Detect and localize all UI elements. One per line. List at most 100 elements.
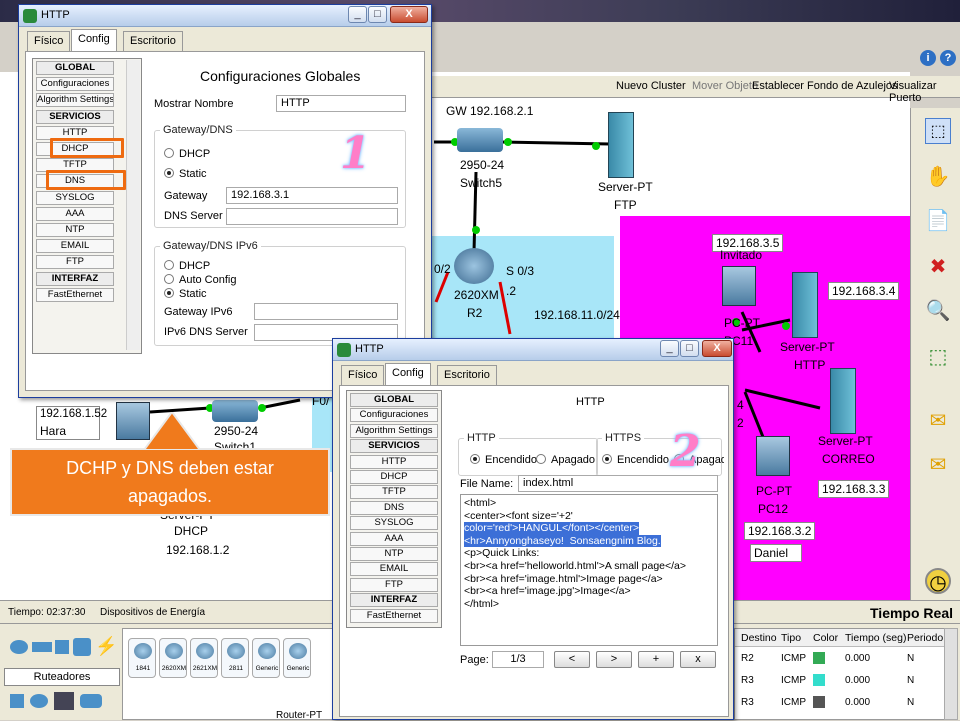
window-1-maximize[interactable]: □: [368, 6, 387, 23]
http-off-radio[interactable]: Apagado: [536, 454, 596, 466]
note-tool-icon[interactable]: 📄: [925, 208, 951, 234]
server-correo-icon[interactable]: [830, 368, 856, 434]
menu-item-configuraciones[interactable]: Configuraciones: [36, 77, 114, 92]
code-line[interactable]: color='red'>HANGUL</font></center>: [464, 522, 640, 535]
window-1-minimize[interactable]: _: [348, 6, 367, 23]
window-2-minimize[interactable]: _: [660, 340, 679, 357]
dhcp-radio[interactable]: DHCP: [164, 148, 210, 160]
code-line[interactable]: <center><font size='+2': [464, 510, 573, 522]
menu-item-ntp[interactable]: NTP: [350, 547, 438, 561]
tab-config[interactable]: Config: [71, 29, 117, 51]
device-model-item[interactable]: 2811: [221, 638, 249, 678]
pdu-header-4[interactable]: Periodo: [907, 632, 943, 644]
pc-invitado-icon[interactable]: [722, 266, 756, 306]
server-http-icon[interactable]: [792, 272, 818, 338]
pdu-header-0[interactable]: Destino: [741, 632, 777, 644]
menu-item-aaa[interactable]: AAA: [350, 531, 438, 546]
tab-escritorio[interactable]: Escritorio: [437, 365, 497, 385]
switch1-icon[interactable]: [212, 400, 258, 422]
menu-item-aaa[interactable]: AAA: [36, 206, 114, 221]
menu-item-fastethernet[interactable]: FastEthernet: [350, 608, 438, 623]
switch5-icon[interactable]: [457, 128, 503, 152]
ipv6-gateway-input[interactable]: [254, 303, 398, 320]
server-device-icon[interactable]: [54, 692, 74, 710]
set-tile-background-button[interactable]: Establecer Fondo de Azulejos: [752, 80, 898, 92]
pdu-header-1[interactable]: Tipo: [781, 632, 801, 644]
ipv6-static-radio[interactable]: Static: [164, 288, 207, 300]
menu-item-dns[interactable]: DNS: [350, 500, 438, 515]
menu-item-syslog[interactable]: SYSLOG: [350, 516, 438, 531]
info-icon[interactable]: i: [920, 50, 936, 66]
html-editor[interactable]: <html> <center><font size='+2' color='red'…: [460, 494, 718, 646]
tab-fisico[interactable]: Físico: [341, 365, 385, 385]
menu-item-tftp[interactable]: TFTP: [350, 485, 438, 500]
move-object-button[interactable]: Mover Objeto: [692, 80, 758, 92]
device-model-item[interactable]: 2621XM: [190, 638, 218, 678]
tab-escritorio[interactable]: Escritorio: [123, 31, 183, 51]
device-model-item[interactable]: Generic: [252, 638, 280, 678]
complex-pdu-icon[interactable]: ✉: [925, 452, 951, 478]
tab-config[interactable]: Config: [385, 363, 431, 385]
window-2-maximize[interactable]: □: [680, 340, 699, 357]
menu-item-email[interactable]: EMAIL: [36, 239, 114, 254]
cloud-icon[interactable]: [30, 694, 48, 708]
code-line[interactable]: </html>: [464, 598, 499, 610]
hand-tool-icon[interactable]: ✋: [925, 164, 951, 190]
ipv6-dhcp-radio[interactable]: DHCP: [164, 260, 210, 272]
http-service-window-2[interactable]: HTTP Físico Config Escritorio GLOBAL Conf…: [332, 338, 734, 720]
menu-item-ntp[interactable]: NTP: [36, 223, 114, 237]
display-name-input[interactable]: HTTP: [276, 95, 406, 112]
menu-scrollbar[interactable]: [126, 60, 140, 350]
connection-category-icon[interactable]: ⚡: [95, 636, 117, 657]
wireless-category-icon[interactable]: [73, 638, 91, 656]
router-category-icon[interactable]: [10, 640, 28, 654]
file-name-input[interactable]: index.html: [518, 475, 718, 492]
prev-page-button[interactable]: <: [554, 651, 590, 668]
multiuser-icon[interactable]: [80, 694, 102, 708]
delete-tool-icon[interactable]: ✖: [925, 254, 951, 280]
simple-pdu-icon[interactable]: ✉: [925, 408, 951, 434]
pdu-header-2[interactable]: Color: [813, 632, 838, 644]
add-page-button[interactable]: +: [638, 651, 674, 668]
ipv6-auto-radio[interactable]: Auto Config: [164, 274, 236, 286]
realtime-mode-label[interactable]: Tiempo Real: [870, 605, 953, 621]
device-model-item[interactable]: 2620XM: [159, 638, 187, 678]
code-line[interactable]: <br><a href='image.html'>Image page</a>: [464, 573, 663, 585]
page-input[interactable]: 1/3: [492, 651, 544, 668]
device-model-item[interactable]: Generic: [283, 638, 311, 678]
menu-item-http[interactable]: HTTP: [350, 454, 438, 469]
end-device-icon[interactable]: [10, 694, 24, 708]
menu-item-ftp[interactable]: FTP: [36, 255, 114, 270]
code-line[interactable]: <p>Quick Links:: [464, 547, 539, 559]
new-cluster-button[interactable]: Nuevo Cluster: [616, 80, 686, 92]
menu-item-fastethernet[interactable]: FastEthernet: [36, 287, 114, 302]
menu-item-algorithm-settings[interactable]: Algorithm Settings: [36, 93, 114, 108]
viewport-button[interactable]: Visualizar Puerto: [889, 80, 960, 104]
next-page-button[interactable]: >: [596, 651, 632, 668]
code-line[interactable]: <br><a href='helloworld.html'>A small pa…: [464, 560, 686, 572]
device-model-item[interactable]: 1841: [128, 638, 156, 678]
code-line[interactable]: <html>: [464, 497, 496, 509]
menu-item-configuraciones[interactable]: Configuraciones: [350, 408, 438, 423]
router-r2-icon[interactable]: [454, 248, 494, 284]
gateway-input[interactable]: 192.168.3.1: [226, 187, 398, 204]
help-icon[interactable]: ?: [940, 50, 956, 66]
http-on-radio[interactable]: Encendido: [470, 454, 537, 466]
menu-item-email[interactable]: EMAIL: [350, 562, 438, 577]
pdu-header-3[interactable]: Tiempo (seg): [845, 632, 906, 644]
static-radio[interactable]: Static: [164, 168, 207, 180]
pdu-scrollbar[interactable]: [944, 628, 958, 720]
realtime-clock-icon[interactable]: ◷: [925, 568, 951, 594]
server-ftp-icon[interactable]: [608, 112, 634, 178]
power-devices-button[interactable]: Dispositivos de Energía: [100, 607, 205, 618]
tab-fisico[interactable]: Físico: [27, 31, 71, 51]
menu-item-dhcp[interactable]: DHCP: [350, 470, 438, 484]
dns-server-input[interactable]: [226, 208, 398, 225]
remove-page-button[interactable]: x: [680, 651, 716, 668]
menu-item-algorithm-settings[interactable]: Algorithm Settings: [350, 423, 438, 438]
code-line[interactable]: <br><a href='image.jpg'>Image</a>: [464, 585, 631, 597]
https-on-radio[interactable]: Encendido: [602, 454, 669, 466]
switch-category-icon[interactable]: [32, 642, 52, 652]
window-2-close[interactable]: X: [702, 340, 732, 357]
inspect-tool-icon[interactable]: 🔍: [925, 298, 951, 324]
